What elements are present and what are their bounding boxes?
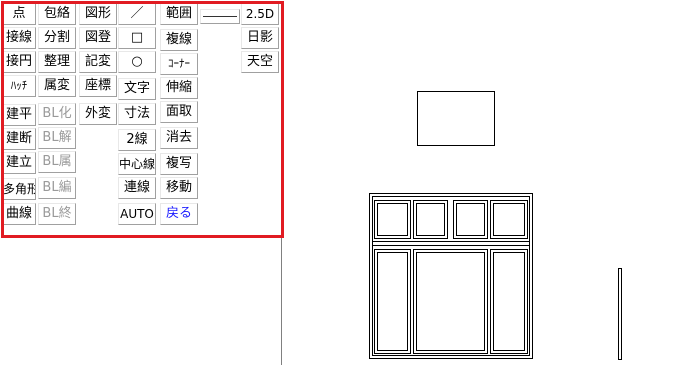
drawn-window-frame [369, 193, 533, 359]
drawn-vertical-bar [618, 268, 622, 360]
drawn-rectangle [417, 91, 495, 146]
drawing-canvas[interactable] [0, 0, 698, 365]
